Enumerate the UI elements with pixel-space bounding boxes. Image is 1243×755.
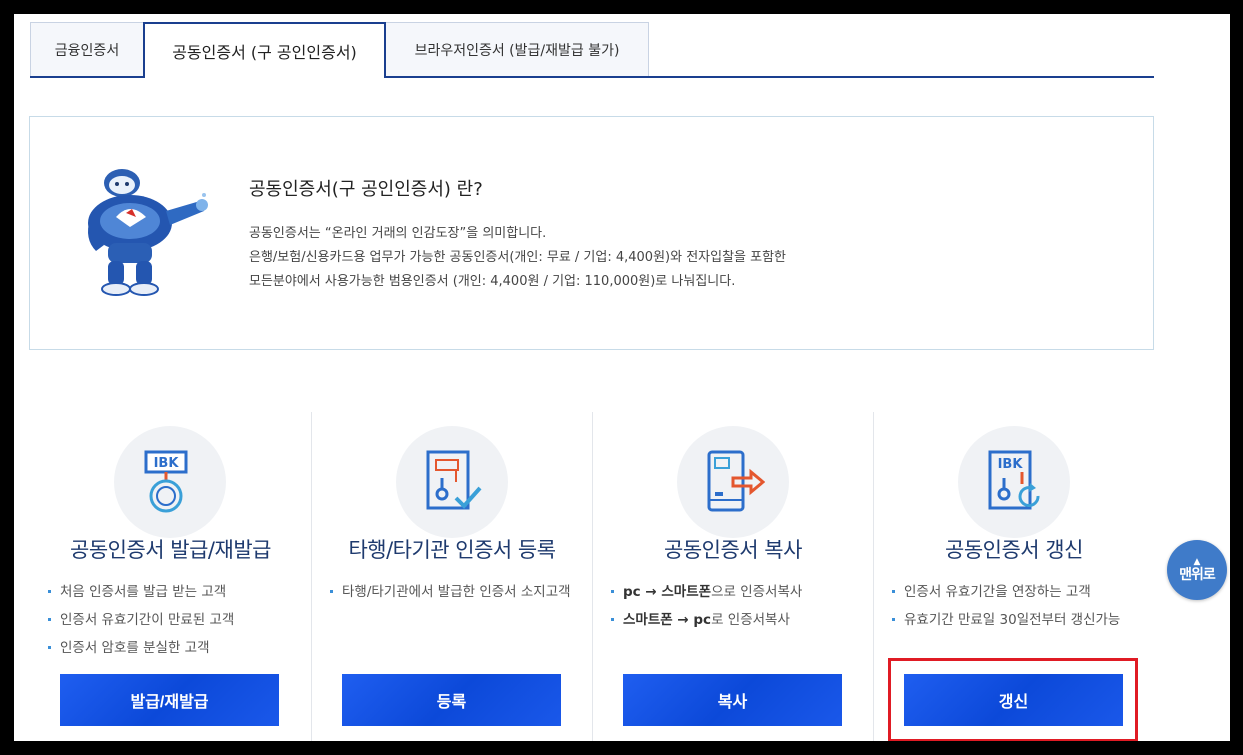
phone-copy-icon xyxy=(677,426,789,538)
service-issue: IBK 공동인증서 발급/재발급 처음 인증서를 발급 받는 고객 인증서 유효… xyxy=(30,412,311,741)
arrow-up-icon: ▲ xyxy=(1193,556,1201,567)
service-description-list: 타행/타기관에서 발급한 인증서 소지고객 xyxy=(328,582,580,610)
ibk-medal-icon: IBK xyxy=(114,426,226,538)
tab-browser-certificate[interactable]: 브라우저인증서 (발급/재발급 불가) xyxy=(385,22,649,76)
tab-joint-certificate[interactable]: 공동인증서 (구 공인인증서) xyxy=(143,22,386,80)
intro-title: 공동인증서(구 공인인증서) 란? xyxy=(249,179,483,200)
issue-button[interactable]: 발급/재발급 xyxy=(60,674,279,726)
certificate-tabs: 금융인증서 공동인증서 (구 공인인증서) 브라우저인증서 (발급/재발급 불가… xyxy=(30,22,1154,80)
mascot-robot-icon xyxy=(88,169,208,296)
intro-box: 공동인증서(구 공인인증서) 란? 공동인증서는 “온라인 거래의 인감도장”을… xyxy=(29,116,1154,350)
list-item: 유효기간 만료일 30일전부터 갱신가능 xyxy=(890,610,1142,631)
page: 금융인증서 공동인증서 (구 공인인증서) 브라우저인증서 (발급/재발급 불가… xyxy=(14,14,1230,741)
service-title: 공동인증서 발급/재발급 xyxy=(70,538,271,562)
list-item: 스마트폰 → pc로 인증서복사 xyxy=(609,610,861,631)
service-description-list: 인증서 유효기간을 연장하는 고객 유효기간 만료일 30일전부터 갱신가능 xyxy=(890,582,1142,638)
service-renew: IBK 공동인증서 갱신 인증서 유효기간을 연장하는 고객 유효기간 만료일 … xyxy=(873,412,1154,741)
tab-financial-certificate[interactable]: 금융인증서 xyxy=(30,22,144,76)
list-item: 인증서 유효기간이 만료된 고객 xyxy=(46,610,299,631)
ibk-label: IBK xyxy=(154,456,180,471)
certificate-register-icon xyxy=(396,426,508,538)
list-item: 타행/타기관에서 발급한 인증서 소지고객 xyxy=(328,582,580,603)
service-description-list: pc → 스마트폰으로 인증서복사 스마트폰 → pc로 인증서복사 xyxy=(609,582,861,638)
list-item: pc → 스마트폰으로 인증서복사 xyxy=(609,582,861,603)
list-item: 처음 인증서를 발급 받는 고객 xyxy=(46,582,299,603)
scroll-top-label: 맨위로 xyxy=(1179,566,1216,583)
list-item: 인증서 유효기간을 연장하는 고객 xyxy=(890,582,1142,603)
ibk-label: IBK xyxy=(998,457,1024,472)
scroll-top-button[interactable]: ▲ 맨위로 xyxy=(1167,540,1227,600)
service-register: 타행/타기관 인증서 등록 타행/타기관에서 발급한 인증서 소지고객 등록 xyxy=(311,412,592,741)
service-title: 공동인증서 복사 xyxy=(664,538,802,562)
renew-button[interactable]: 갱신 xyxy=(904,674,1123,726)
intro-description: 공동인증서는 “온라인 거래의 인감도장”을 의미합니다. 은행/보험/신용카드… xyxy=(249,226,787,289)
register-button[interactable]: 등록 xyxy=(342,674,561,726)
ibk-renew-icon: IBK xyxy=(958,426,1070,538)
copy-button[interactable]: 복사 xyxy=(623,674,842,726)
service-title: 공동인증서 갱신 xyxy=(945,538,1083,562)
service-title: 타행/타기관 인증서 등록 xyxy=(348,538,556,562)
list-item: 인증서 암호를 분실한 고객 xyxy=(46,638,299,659)
certificate-services: IBK 공동인증서 발급/재발급 처음 인증서를 발급 받는 고객 인증서 유효… xyxy=(30,412,1154,741)
service-copy: 공동인증서 복사 pc → 스마트폰으로 인증서복사 스마트폰 → pc로 인증… xyxy=(592,412,873,741)
service-description-list: 처음 인증서를 발급 받는 고객 인증서 유효기간이 만료된 고객 인증서 암호… xyxy=(46,582,299,666)
